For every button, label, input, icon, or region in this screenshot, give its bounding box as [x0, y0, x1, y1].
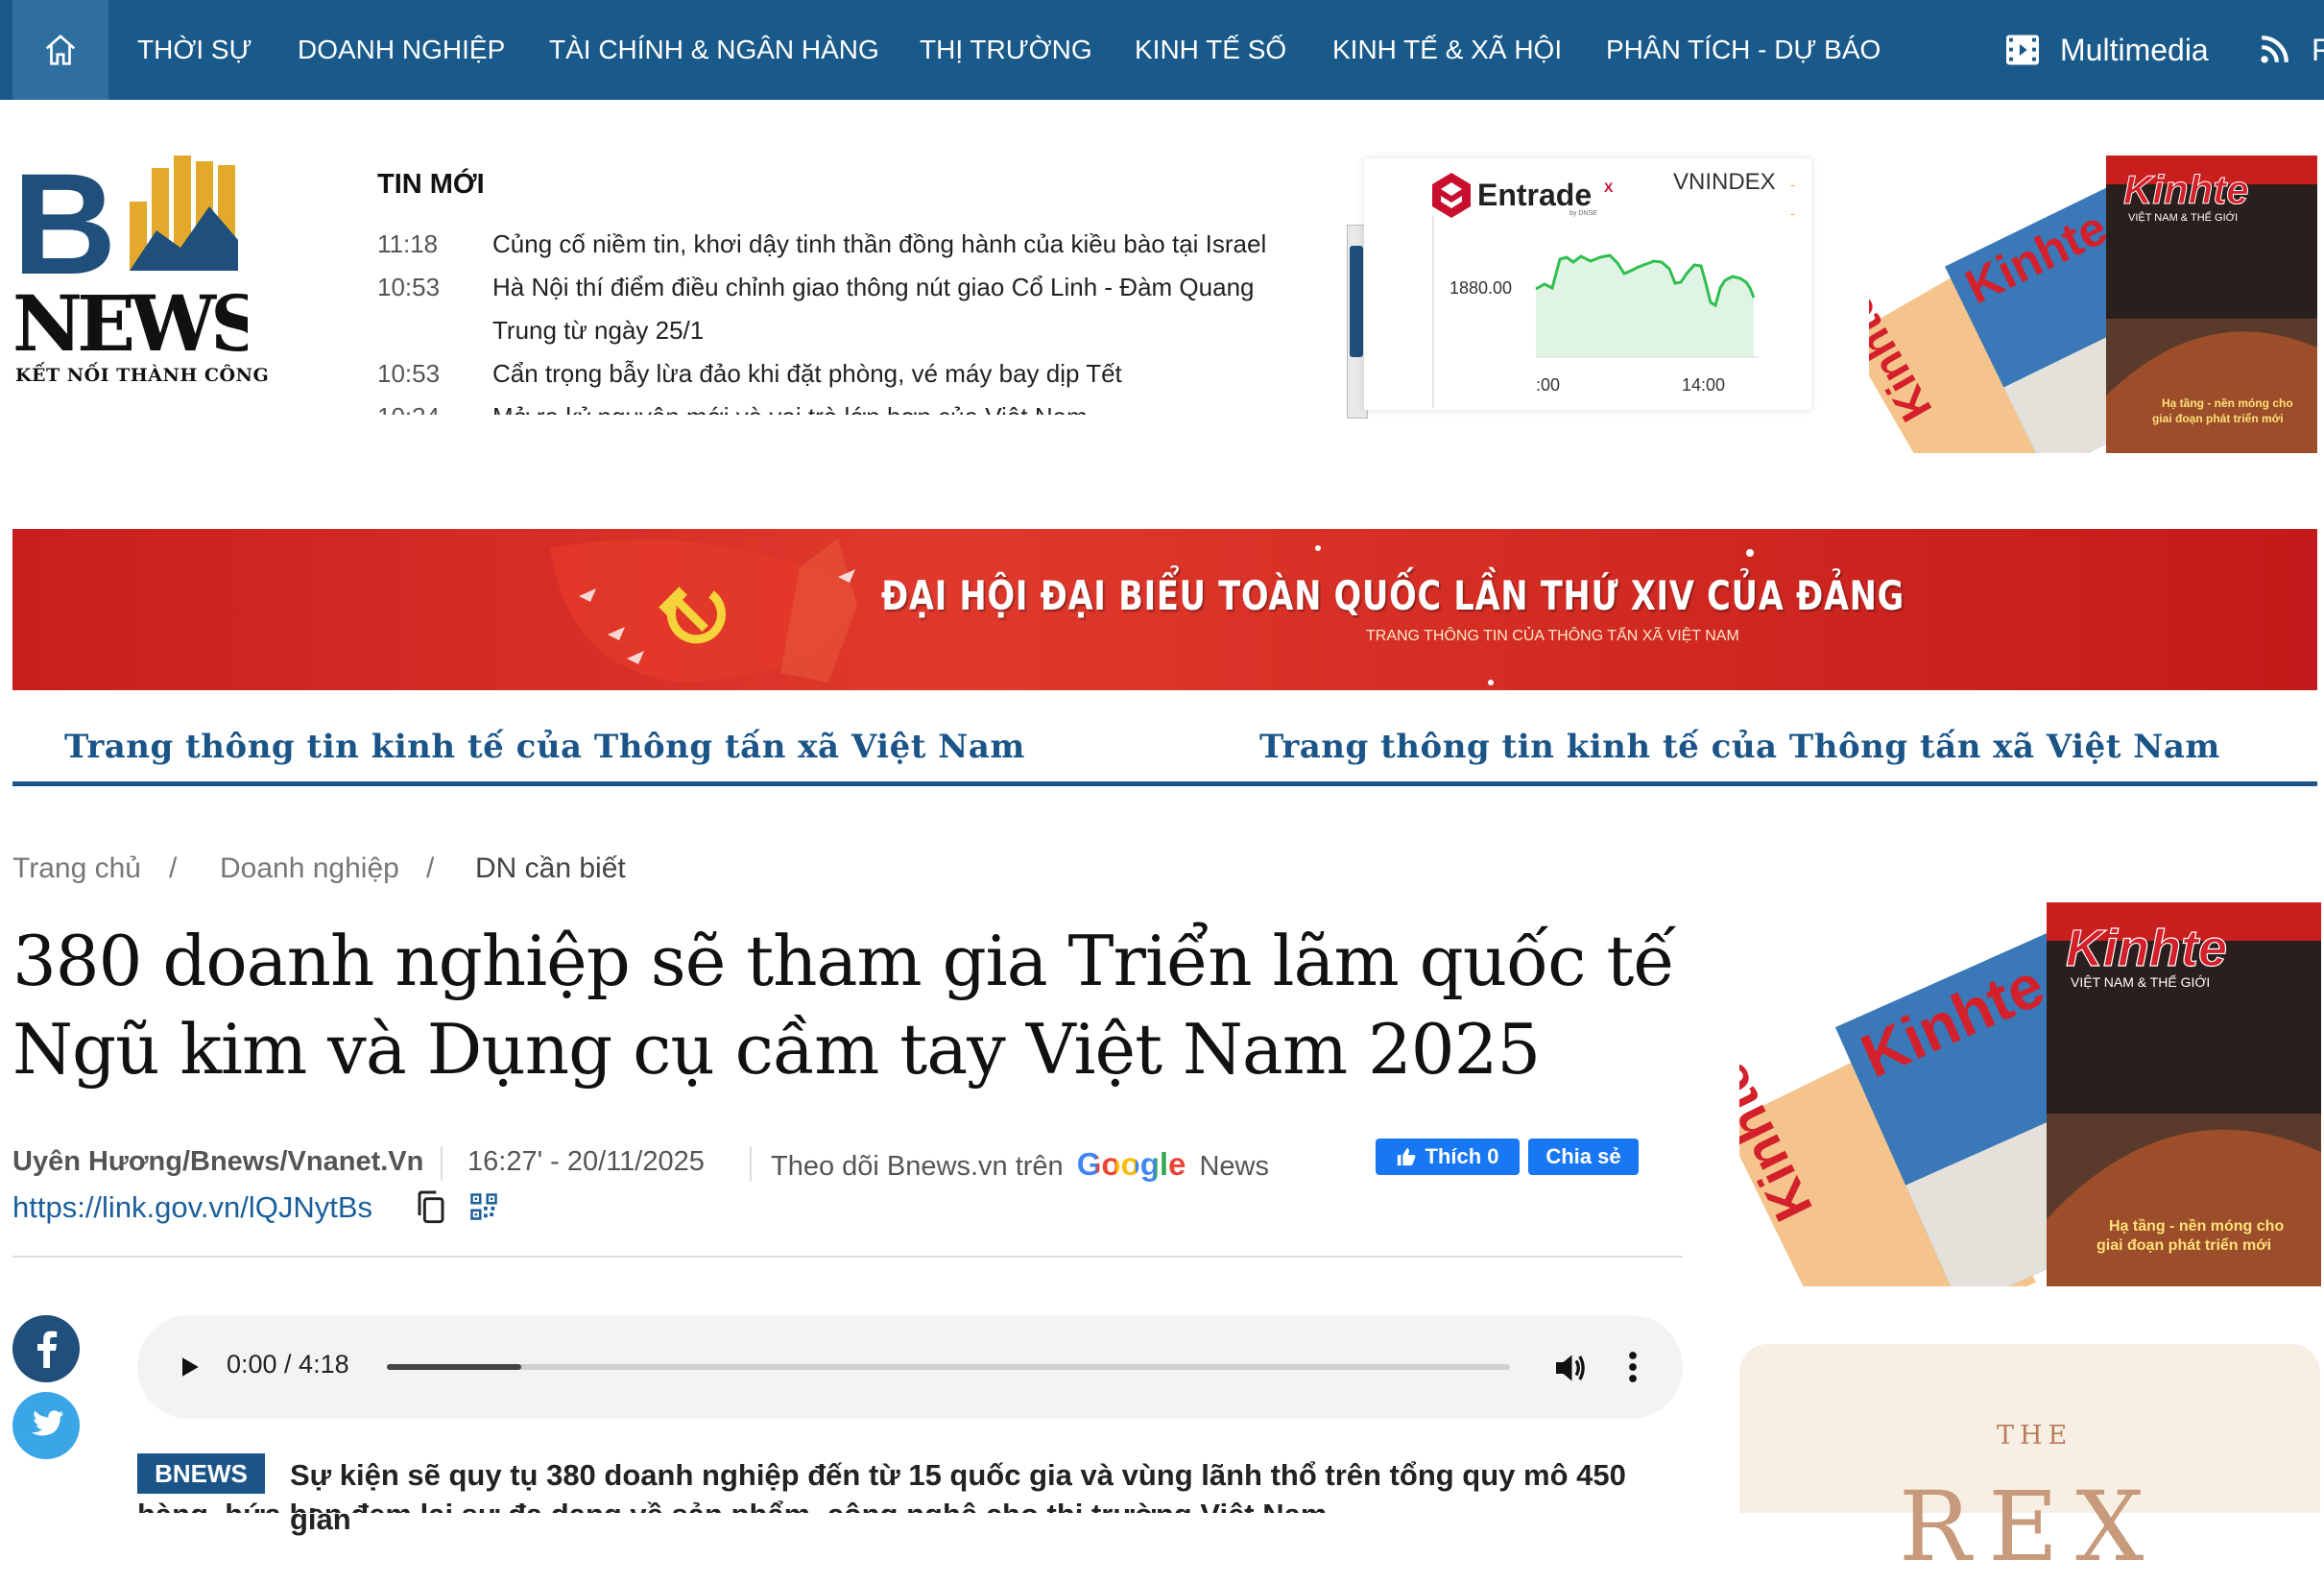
x-axis-label: 14:00 — [1682, 375, 1725, 395]
breadcrumb-separator: / — [426, 852, 435, 884]
meta-separator — [750, 1146, 752, 1181]
site-tagline: Trang thông tin kinh tế của Thông tấn xã… — [64, 728, 1025, 766]
divider — [12, 781, 2317, 786]
bnews-logo-mark: B NEWS — [12, 143, 267, 369]
nav-thi-truong[interactable]: THỊ TRƯỜNG — [920, 0, 1092, 100]
breadcrumb-section[interactable]: Doanh nghiệp — [220, 852, 399, 885]
news-headline[interactable]: Hà Nội thí điểm điều chỉnh giao thông nú… — [492, 266, 1299, 352]
chart-area — [1536, 255, 1754, 357]
google-news-follow[interactable]: Theo dõi Bnews.vn trên Google News — [771, 1146, 1269, 1183]
vnindex-change-2: - — [1790, 205, 1795, 221]
list-item[interactable]: 10:53 Hà Nội thí điểm điều chỉnh giao th… — [377, 266, 1301, 352]
banner-subtitle: TRANG THÔNG TIN CỦA THÔNG TẤN XÃ VIỆT NA… — [1366, 628, 1739, 644]
news-label: News — [1199, 1151, 1269, 1182]
hotel-ad-the: THE — [1997, 1421, 2073, 1451]
entrade-sub: by DNSE — [1569, 210, 1597, 217]
svg-text:Hạ tầng - nền móng cho: Hạ tầng - nền móng cho — [2162, 396, 2293, 410]
svg-text:VIỆT NAM & THẾ GIỚI: VIỆT NAM & THẾ GIỚI — [2128, 211, 2238, 224]
film-icon — [2006, 35, 2039, 65]
news-time: 11:18 — [377, 229, 439, 258]
latest-news-list: 11:18 Củng cố niềm tin, khơi dậy tinh th… — [377, 223, 1301, 415]
news-headline[interactable]: Cẩn trọng bẫy lừa đảo khi đặt phòng, vé … — [492, 352, 1299, 396]
rss-icon — [2261, 36, 2288, 63]
magazine-ad-small[interactable]: Kinhte Kinhte Kinhte VIỆT NAM & THẾ GIỚI… — [1869, 156, 2317, 453]
entrade-brand: Entrade — [1477, 178, 1592, 212]
hotel-ad-name: REX — [1899, 1471, 2162, 1583]
audio-progress-track[interactable] — [387, 1364, 1510, 1370]
facebook-share-icon-button[interactable] — [12, 1315, 80, 1382]
facebook-share-button[interactable]: Chia sẻ — [1528, 1139, 1639, 1175]
multimedia-label: Multimedia — [2060, 32, 2209, 67]
nav-kinh-te-xa-hoi[interactable]: KINH TẾ & XÃ HỘI — [1332, 0, 1562, 100]
magazine-cover-front: Kinhte VIỆT NAM & THẾ GIỚI Hạ tầng - nền… — [2047, 902, 2321, 1286]
banner-title: ĐẠI HỘI ĐẠI BIỂU TOÀN QUỐC LẦN THỨ XIV C… — [881, 572, 1905, 619]
list-item[interactable]: 11:18 Củng cố niềm tin, khơi dậy tinh th… — [377, 223, 1301, 266]
short-link[interactable]: https://link.gov.vn/lQJNytBs — [12, 1190, 372, 1225]
news-time: 10:34 — [377, 396, 492, 415]
magazine-ad-large[interactable]: Kinhte Kinhte Kinhte VIỆT NAM & THẾ GIỚI… — [1739, 902, 2321, 1286]
play-icon[interactable] — [176, 1354, 203, 1380]
svg-text:Kinhte: Kinhte — [2066, 920, 2227, 977]
facebook-like-button[interactable]: Thích 0 — [1376, 1139, 1520, 1175]
divider — [12, 1256, 1683, 1258]
home-icon — [45, 34, 76, 65]
logo-brand: NEWS — [12, 278, 248, 365]
rss-label: R — [2312, 32, 2324, 67]
nav-kinh-te-so[interactable]: KINH TẾ SỐ — [1135, 0, 1286, 100]
nav-thoi-su[interactable]: THỜI SỰ — [137, 0, 252, 100]
site-tagline: Trang thông tin kinh tế của Thông tấn xã… — [1259, 728, 2220, 766]
multimedia-link[interactable]: Multimedia — [2004, 0, 2209, 100]
svg-text:Hạ tầng - nền móng cho: Hạ tầng - nền móng cho — [2109, 1218, 2284, 1235]
nav-doanh-nghiep[interactable]: DOANH NGHIỆP — [298, 0, 505, 100]
bnews-logo[interactable]: B NEWS — [12, 143, 267, 394]
home-button[interactable] — [12, 0, 108, 100]
y-axis-label: 1880.00 — [1450, 278, 1512, 298]
audio-time: 0:00 / 4:18 — [227, 1350, 349, 1379]
facebook-icon — [37, 1331, 58, 1368]
follow-text: Theo dõi Bnews.vn trên — [771, 1151, 1064, 1182]
more-options-icon[interactable] — [1620, 1350, 1645, 1384]
nav-phan-tich-du-bao[interactable]: PHÂN TÍCH - DỰ BÁO — [1606, 0, 1881, 100]
twitter-icon — [31, 1410, 64, 1436]
article-datetime: 16:27' - 20/11/2025 — [467, 1146, 705, 1177]
news-headline[interactable]: Củng cố niềm tin, khơi dậy tinh thần đồn… — [492, 223, 1299, 266]
news-time: 10:53 — [377, 359, 441, 388]
list-item[interactable]: 10:34 Mở ra kỷ nguyên mới và vai trò lớn… — [377, 396, 1301, 415]
qr-code-icon[interactable] — [469, 1192, 498, 1221]
twitter-share-button[interactable] — [12, 1392, 80, 1459]
svg-text:Kinhte: Kinhte — [2123, 167, 2249, 212]
audio-progress-fill — [387, 1364, 521, 1370]
vnindex-change: - — [1790, 177, 1795, 192]
logo-tagline: KẾT NỐI THÀNH CÔNG — [15, 365, 270, 386]
nav-tai-chinh-ngan-hang[interactable]: TÀI CHÍNH & NGÂN HÀNG — [549, 0, 879, 100]
scrollbar-thumb[interactable] — [1350, 246, 1363, 357]
source-badge: BNEWS — [137, 1453, 265, 1494]
latest-news-title: TIN MỚI — [377, 169, 485, 200]
article-sapo-continued: hàng, hứa hẹn đem lại sự đa dạng về sản … — [137, 1498, 1683, 1513]
google-logo: Google — [1076, 1146, 1186, 1182]
news-time: 10:53 — [377, 273, 441, 301]
breadcrumb-home[interactable]: Trang chủ — [12, 852, 141, 885]
thumbs-up-icon — [1398, 1147, 1416, 1166]
article-author: Uyên Hương/Bnews/Vnanet.Vn — [12, 1146, 424, 1177]
news-headline[interactable]: Mở ra kỷ nguyên mới và vai trò lớn hơn c… — [492, 396, 1299, 415]
list-item[interactable]: 10:53 Cẩn trọng bẫy lừa đảo khi đặt phòn… — [377, 352, 1301, 396]
magazine-cover-front: Kinhte VIỆT NAM & THẾ GIỚI Hạ tầng - nền… — [2106, 156, 2317, 453]
rss-link[interactable]: R — [2258, 0, 2324, 100]
breadcrumb-separator: / — [169, 852, 178, 884]
article-title: 380 doanh nghiệp sẽ tham gia Triển lãm q… — [12, 921, 1676, 1090]
svg-text:giai đoạn phát triển mới: giai đoạn phát triển mới — [2096, 1236, 2271, 1254]
copy-icon[interactable] — [416, 1190, 446, 1225]
x-axis-label: :00 — [1536, 375, 1560, 395]
volume-icon[interactable] — [1553, 1352, 1588, 1384]
svg-text:VIỆT NAM & THẾ GIỚI: VIỆT NAM & THẾ GIỚI — [2071, 974, 2210, 990]
entrade-brand-sup: X — [1604, 180, 1614, 195]
vnindex-label: VNINDEX — [1673, 169, 1776, 195]
breadcrumb-current[interactable]: DN cần biết — [475, 852, 626, 885]
meta-separator — [441, 1146, 443, 1181]
svg-text:giai đoạn phát triển mới: giai đoạn phát triển mới — [2152, 412, 2284, 425]
vnindex-chart[interactable]: Entrade X by DNSE VNINDEX - - 1880.00 :0… — [1427, 163, 1811, 408]
like-label: Thích 0 — [1425, 1144, 1499, 1168]
entrade-logo-icon — [1432, 173, 1471, 218]
